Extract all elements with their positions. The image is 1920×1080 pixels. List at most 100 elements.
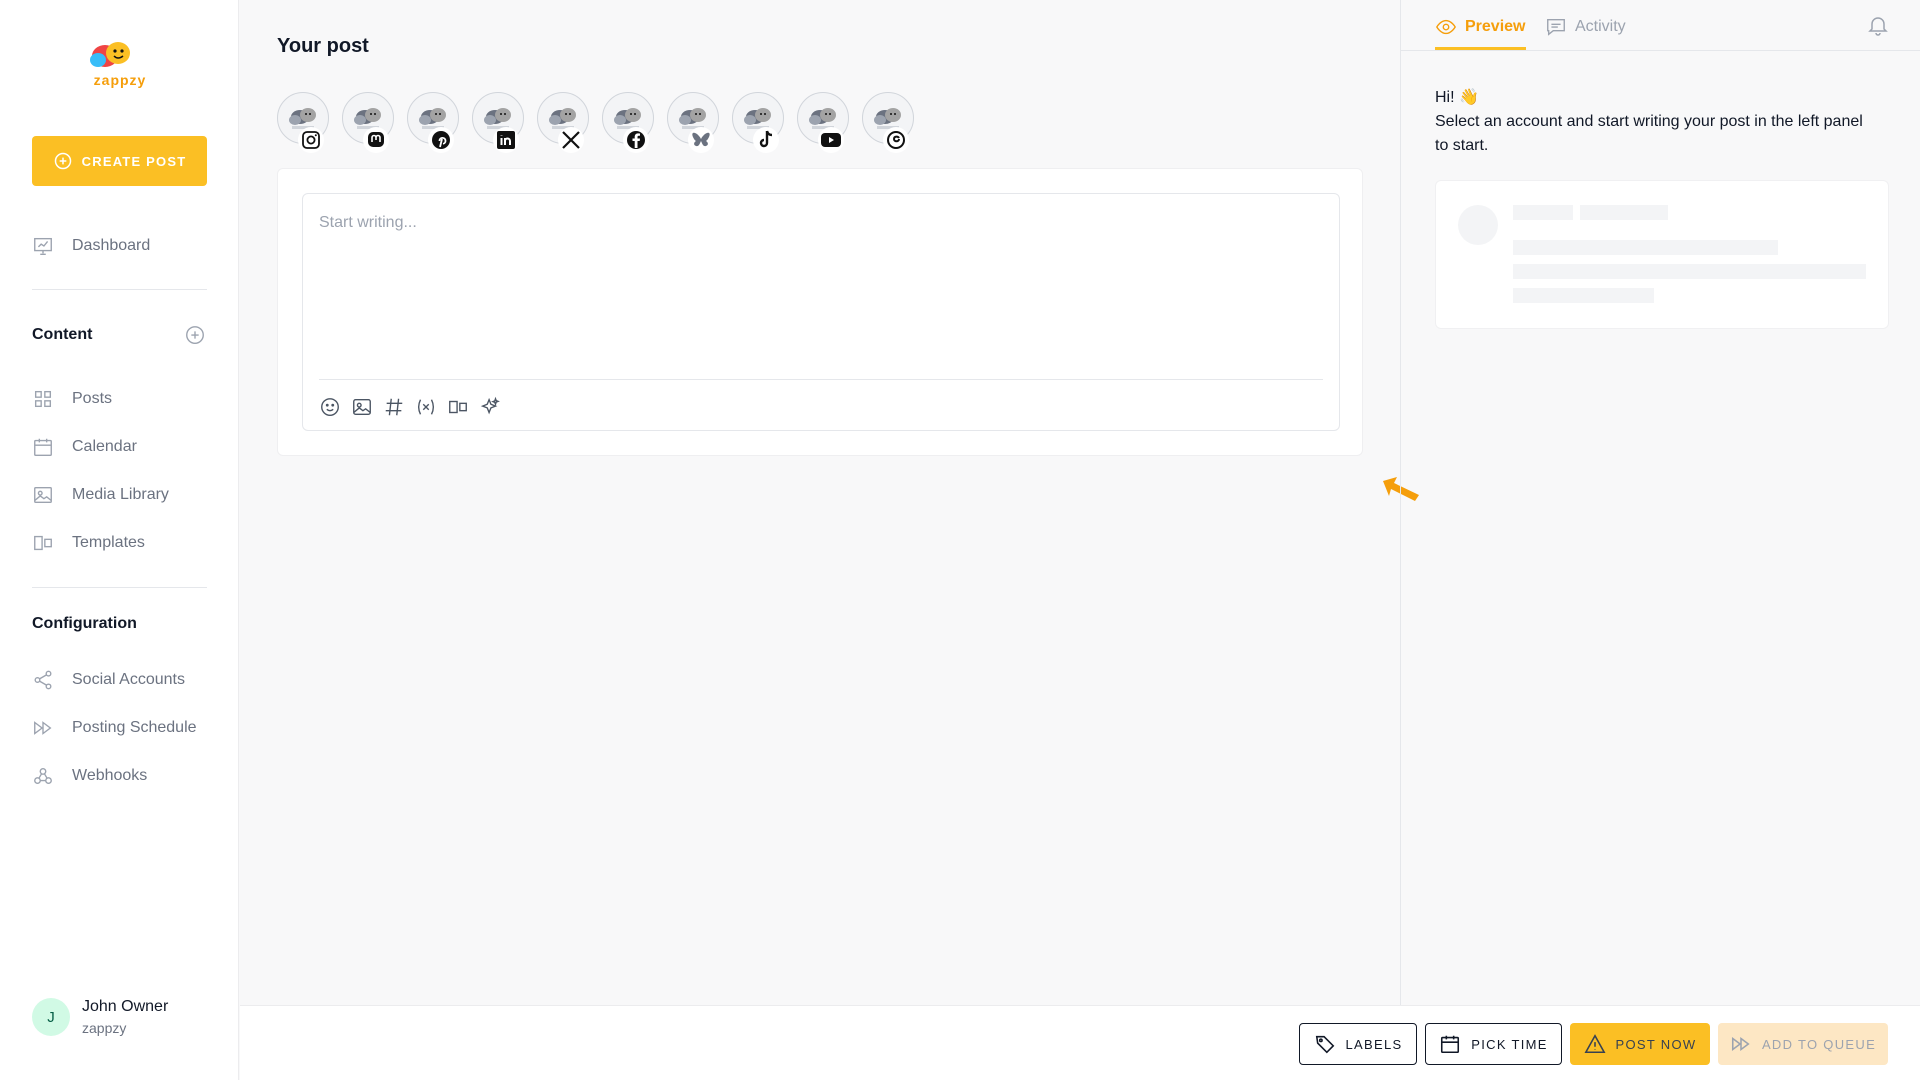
- instagram-icon: [302, 131, 320, 149]
- account-avatar-pinterest[interactable]: [407, 92, 459, 153]
- editor-placeholder[interactable]: Start writing...: [319, 214, 417, 232]
- linkedin-badge: [493, 127, 519, 153]
- bluesky-badge: [688, 127, 714, 153]
- ai-assist-button[interactable]: [479, 396, 501, 418]
- labels-button-label: LABELS: [1345, 1036, 1403, 1052]
- tab-activity[interactable]: Activity: [1545, 16, 1626, 38]
- variable-button[interactable]: [415, 396, 437, 418]
- post-now-button-label: POST NOW: [1615, 1036, 1697, 1052]
- account-avatar-tiktok[interactable]: [732, 92, 784, 153]
- variable-icon: [417, 399, 435, 415]
- account-avatar-mastodon[interactable]: [342, 92, 394, 153]
- add-content-icon[interactable]: [184, 324, 206, 346]
- fast-forward-icon: [1731, 1036, 1750, 1052]
- share-icon: [34, 670, 52, 690]
- x-badge: [558, 127, 584, 153]
- sidebar-item-label: Dashboard: [72, 237, 151, 254]
- account-avatar-bluesky[interactable]: [667, 92, 719, 153]
- labels-button[interactable]: LABELS: [1299, 1023, 1417, 1065]
- linkedin-icon: [497, 131, 515, 149]
- sidebar-item-media-library[interactable]: Media Library: [32, 481, 207, 509]
- brand-logo[interactable]: zappzy: [85, 36, 155, 90]
- section-title-configuration: Configuration: [32, 615, 137, 632]
- sidebar-item-label: Calendar: [72, 438, 137, 455]
- notifications-button[interactable]: [1866, 13, 1890, 37]
- hashtag-button[interactable]: [383, 396, 405, 418]
- sidebar-divider: [32, 289, 207, 290]
- threads-icon: [887, 131, 905, 149]
- template-icon: [34, 535, 52, 551]
- comment-icon: [1547, 18, 1565, 36]
- sidebar-item-label: Webhooks: [72, 767, 148, 784]
- x-icon: [562, 131, 580, 149]
- image-icon: [353, 398, 371, 416]
- editor-toolbar: [319, 396, 501, 418]
- tab-preview[interactable]: Preview: [1435, 16, 1525, 38]
- account-avatar-instagram[interactable]: [277, 92, 329, 153]
- post-now-button[interactable]: POST NOW: [1570, 1023, 1710, 1065]
- bluesky-icon: [692, 132, 710, 147]
- sidebar-item-label: Posting Schedule: [72, 719, 197, 736]
- warning-icon: [1584, 1034, 1606, 1054]
- account-avatar-x[interactable]: [537, 92, 589, 153]
- post-editor-panel: Your post Start writing...: [240, 0, 1400, 1005]
- mastodon-icon: [368, 132, 384, 147]
- sparkles-icon: [480, 396, 500, 415]
- account-avatar-threads[interactable]: [862, 92, 914, 153]
- preview-intro: Hi! 👋 Select an account and start writin…: [1435, 86, 1875, 158]
- account-selector: [277, 92, 914, 153]
- tab-label: Activity: [1575, 18, 1626, 35]
- pick-time-button[interactable]: PICK TIME: [1425, 1023, 1562, 1065]
- skeleton-line: [1513, 240, 1778, 255]
- create-post-button[interactable]: CREATE POST: [32, 136, 207, 186]
- pick-time-button-label: PICK TIME: [1471, 1036, 1548, 1052]
- image-icon: [34, 486, 52, 504]
- tab-label: Preview: [1465, 18, 1526, 35]
- threads-badge: [883, 127, 909, 153]
- tiktok-icon: [759, 130, 773, 148]
- emoji-button[interactable]: [319, 396, 341, 418]
- account-avatar-facebook[interactable]: [602, 92, 654, 153]
- tag-icon: [1315, 1035, 1334, 1054]
- template-button[interactable]: [447, 396, 469, 418]
- action-bar: LABELS PICK TIME POST NOW ADD TO QUEUE: [240, 1005, 1920, 1080]
- sidebar: zappzy CREATE POST Dashboard Content Pos…: [0, 0, 239, 1080]
- skeleton-line: [1513, 264, 1866, 279]
- preview-panel: Preview Activity Hi! 👋 Select an account…: [1400, 0, 1920, 1005]
- emoji-icon: [321, 398, 339, 416]
- sidebar-item-templates[interactable]: Templates: [32, 529, 207, 557]
- insert-image-button[interactable]: [351, 396, 373, 418]
- user-organization: zappzy: [82, 1020, 127, 1036]
- webhook-icon: [34, 767, 52, 785]
- skeleton-avatar: [1458, 205, 1498, 245]
- logo-bubbles-icon: [90, 42, 130, 67]
- calendar-icon: [34, 438, 52, 456]
- user-profile[interactable]: J John Owner zappzy: [32, 998, 168, 1036]
- sidebar-item-posting-schedule[interactable]: Posting Schedule: [32, 714, 207, 742]
- sidebar-item-social-accounts[interactable]: Social Accounts: [32, 666, 207, 694]
- instagram-badge: [298, 127, 324, 153]
- presentation-chart-icon: [34, 237, 52, 255]
- eye-icon: [1436, 19, 1456, 35]
- sidebar-item-dashboard[interactable]: Dashboard: [32, 232, 207, 260]
- sidebar-item-webhooks[interactable]: Webhooks: [32, 762, 207, 790]
- sidebar-item-posts[interactable]: Posts: [32, 385, 207, 413]
- tiktok-badge: [753, 127, 779, 153]
- account-avatar-youtube[interactable]: [797, 92, 849, 153]
- hashtag-icon: [385, 398, 403, 416]
- youtube-icon: [821, 133, 841, 147]
- sidebar-item-label: Templates: [72, 534, 145, 551]
- active-tab-indicator: [1435, 47, 1526, 50]
- sidebar-item-calendar[interactable]: Calendar: [32, 433, 207, 461]
- plus-circle-icon: [54, 152, 71, 170]
- post-text-editor[interactable]: Start writing...: [302, 193, 1340, 431]
- mastodon-badge: [363, 127, 389, 153]
- skeleton-line: [1580, 205, 1668, 220]
- add-to-queue-button[interactable]: ADD TO QUEUE: [1718, 1023, 1888, 1065]
- avatar: J: [32, 998, 70, 1036]
- section-title-content: Content: [32, 326, 93, 343]
- bell-icon: [1868, 17, 1888, 36]
- add-to-queue-button-label: ADD TO QUEUE: [1761, 1036, 1877, 1052]
- brand-name: zappzy: [93, 72, 147, 88]
- account-avatar-linkedin[interactable]: [472, 92, 524, 153]
